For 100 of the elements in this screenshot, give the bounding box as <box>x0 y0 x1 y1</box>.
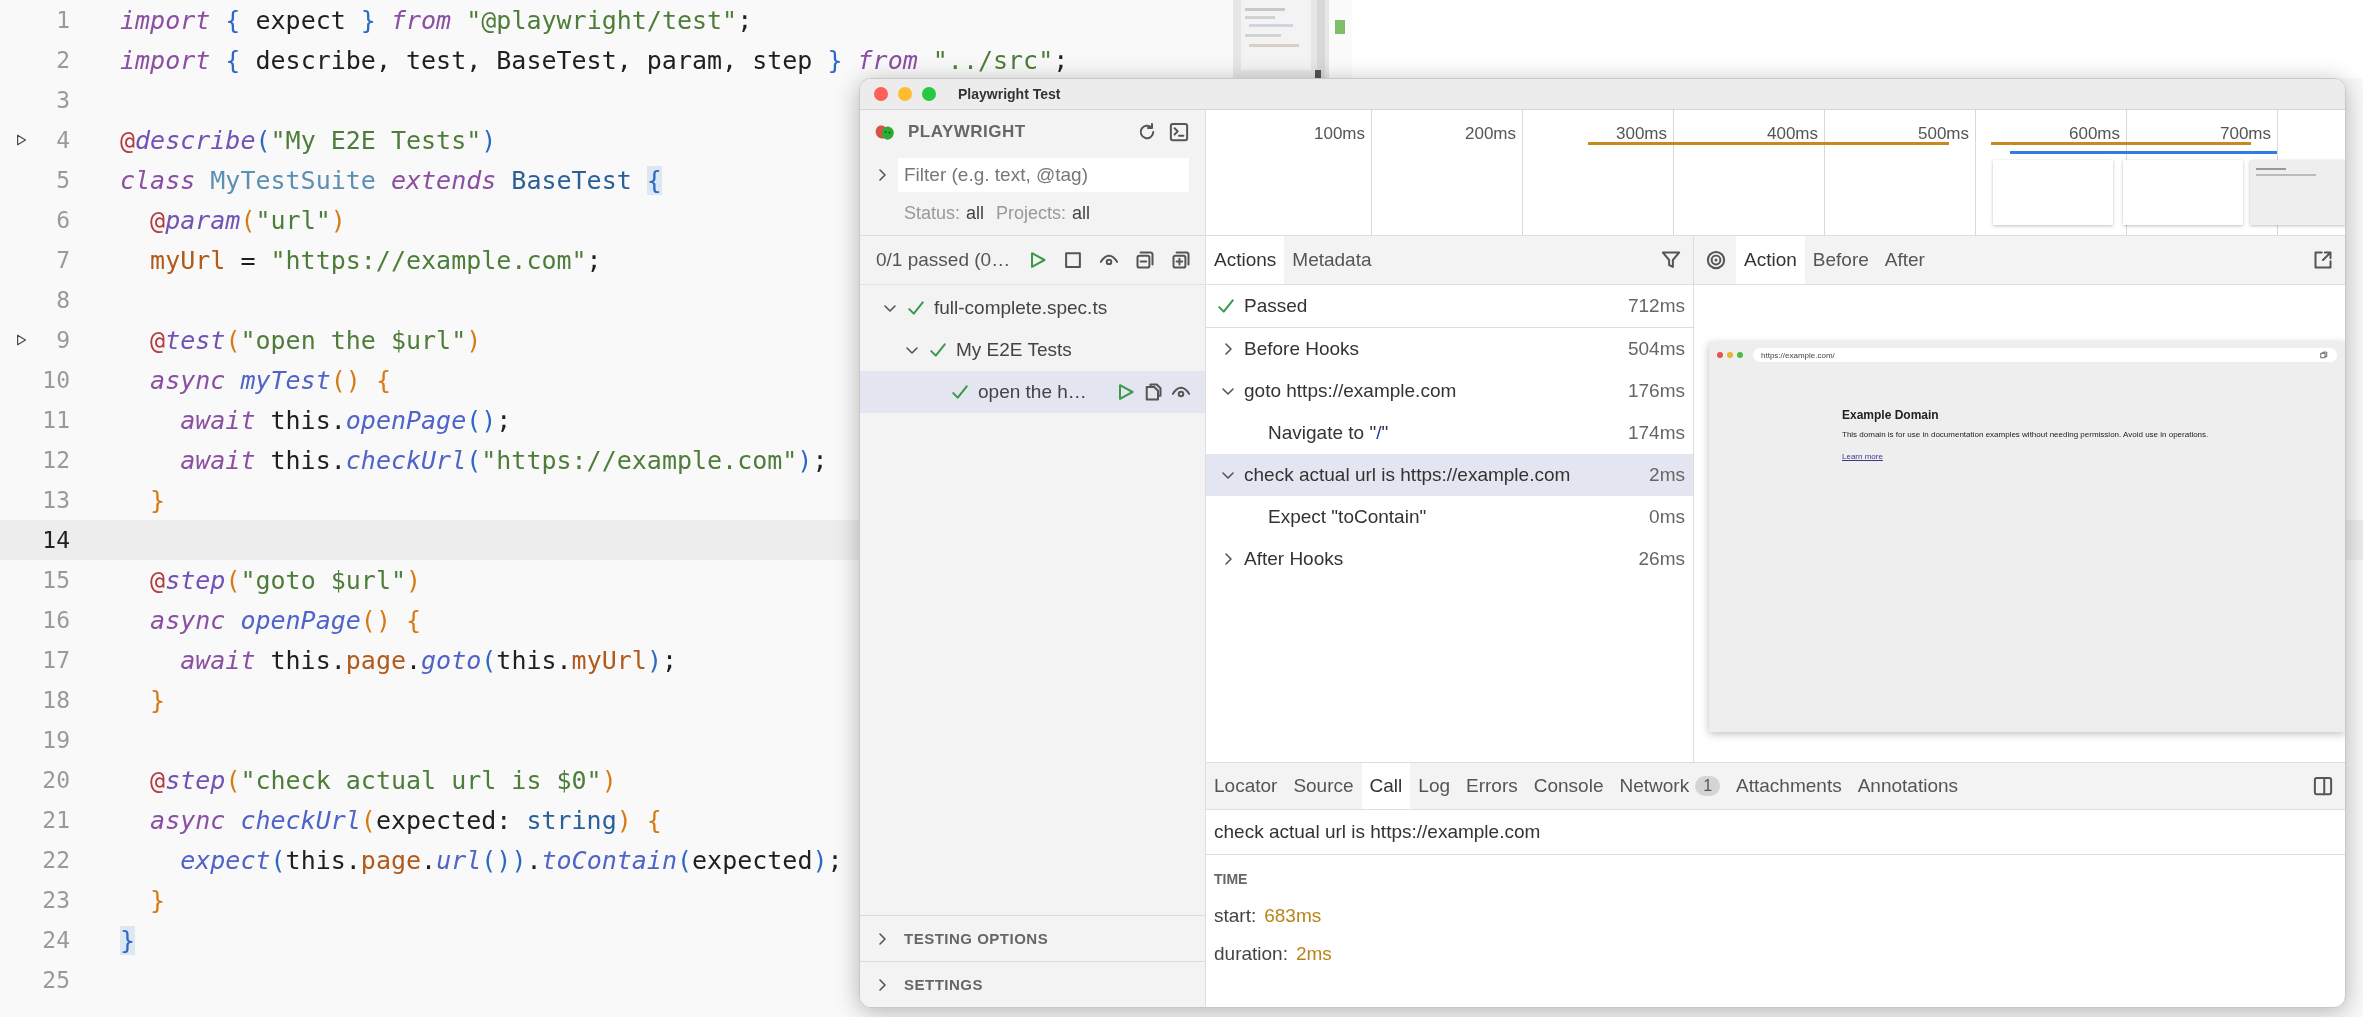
expand-all-icon[interactable] <box>1171 250 1191 270</box>
tab[interactable]: Errors <box>1458 763 1526 809</box>
action-item[interactable]: check actual url is https://example.com 2ms <box>1206 454 1693 496</box>
duration: 2ms <box>1649 464 1685 486</box>
action-label: Navigate to "/" <box>1268 422 1390 444</box>
check-icon <box>1216 297 1236 315</box>
target-icon[interactable] <box>1706 250 1726 270</box>
run-icon[interactable] <box>15 132 29 148</box>
learn-more-link[interactable]: Learn more <box>1842 452 1883 461</box>
tab[interactable]: Annotations <box>1849 763 1967 809</box>
code-line: expect(this.page.url()).toContain(expected); <box>179 845 843 875</box>
line-number: 9 <box>55 327 70 353</box>
call-title: check actual url is https://example.com <box>1206 810 2345 855</box>
code-line: await this.openPage(); <box>179 405 512 435</box>
line-number: 20 <box>41 767 70 793</box>
action-item[interactable]: After Hooks 26ms <box>1206 538 1693 580</box>
field-value: 2ms <box>1295 943 1332 965</box>
tab[interactable]: Source <box>1285 763 1362 809</box>
address-bar[interactable]: https://example.com/ <box>1753 348 2337 362</box>
tab[interactable]: Action <box>1736 236 1805 284</box>
window-dot <box>1717 352 1723 358</box>
collapse-all-icon[interactable] <box>1135 250 1155 270</box>
duration: 504ms <box>1627 338 1685 360</box>
tab[interactable]: Metadata <box>1284 236 1380 284</box>
tab[interactable]: Locator <box>1206 763 1286 809</box>
tree-item[interactable]: My E2E Tests <box>860 329 1205 371</box>
run-icon[interactable] <box>15 332 29 348</box>
thumbnail[interactable] <box>1993 160 2113 225</box>
projects-label: Projects: <box>996 202 1067 224</box>
line-number: 12 <box>41 447 70 473</box>
tab[interactable]: Console <box>1525 763 1612 809</box>
code-line: import { expect } from "@playwright/test"; <box>119 5 753 35</box>
line-number: 25 <box>41 967 70 993</box>
status-value[interactable]: all <box>966 202 985 224</box>
action-item[interactable]: goto https://example.com 176ms <box>1206 370 1693 412</box>
line-number: 19 <box>41 727 70 753</box>
line-number: 13 <box>41 487 70 513</box>
duration: 712ms <box>1627 295 1685 317</box>
tree-item[interactable]: full-complete.spec.ts <box>860 287 1205 329</box>
action-label: Expect "toContain" <box>1268 506 1428 528</box>
document-icon[interactable] <box>1143 382 1163 402</box>
code-line: @test("open the $url") <box>149 325 482 355</box>
status-label: Status: <box>904 202 961 224</box>
action-item[interactable]: Navigate to "/" 174ms <box>1206 412 1693 454</box>
tick-label: 100ms <box>1313 124 1365 143</box>
code-line: async myTest() { <box>149 365 391 395</box>
filter-icon[interactable] <box>1661 250 1681 270</box>
tab[interactable]: After <box>1876 236 1933 284</box>
line-number: 17 <box>41 647 70 673</box>
tick-label: 600ms <box>2068 124 2120 143</box>
page-heading: Example Domain <box>1842 408 1940 422</box>
check-icon <box>950 383 970 401</box>
stop-icon[interactable] <box>1063 250 1083 270</box>
code-line: @step("check actual url is $0") <box>149 765 617 795</box>
filter-field[interactable]: Filter (e.g. text, @tag) <box>898 158 1189 192</box>
check-icon <box>906 299 926 317</box>
tick-label: 500ms <box>1917 124 1969 143</box>
line-number: 1 <box>55 7 70 33</box>
field-label: start: <box>1214 905 1257 927</box>
tab[interactable]: Before <box>1804 236 1877 284</box>
section-header[interactable]: SETTINGS <box>860 961 1205 1007</box>
line-number: 7 <box>55 247 70 273</box>
tree-item[interactable]: open the h… <box>860 371 1205 413</box>
tab[interactable]: Attachments <box>1728 763 1850 809</box>
code-line: await this.checkUrl("https://example.com"); <box>179 445 828 475</box>
action-item[interactable]: Expect "toContain" 0ms <box>1206 496 1693 538</box>
duration: 174ms <box>1627 422 1685 444</box>
line-number: 3 <box>55 87 70 113</box>
duration: 26ms <box>1638 548 1685 570</box>
tab[interactable]: Network 1 <box>1611 763 1729 809</box>
projects-value[interactable]: all <box>1072 202 1091 224</box>
line-number: 6 <box>55 207 70 233</box>
tab[interactable]: Log <box>1410 763 1458 809</box>
tick-label: 200ms <box>1464 124 1516 143</box>
masks-logo-icon <box>874 122 896 142</box>
tab[interactable]: Call <box>1361 763 1411 809</box>
check-icon <box>928 341 948 359</box>
close-button[interactable] <box>874 87 888 101</box>
section-title: TIME <box>1213 870 1249 889</box>
line-number: 24 <box>41 927 70 953</box>
field-label: duration: <box>1214 943 1288 965</box>
split-panel-icon[interactable] <box>2313 776 2333 796</box>
thumbnail[interactable] <box>2123 160 2243 225</box>
window-dot <box>1727 352 1733 358</box>
code-line: } <box>149 685 166 715</box>
page-text: This domain is for use in documentation examples without needing permission. Avoid use in operations. <box>1842 430 2210 439</box>
action-item[interactable]: Before Hooks 504ms <box>1206 328 1693 370</box>
section-header[interactable]: TESTING OPTIONS <box>860 915 1205 961</box>
line-number: 22 <box>41 847 70 873</box>
line-number: 23 <box>41 887 70 913</box>
copy-icon[interactable] <box>2320 350 2329 360</box>
line-number: 18 <box>41 687 70 713</box>
tab[interactable]: Actions <box>1206 236 1285 284</box>
terminal-icon[interactable] <box>1169 122 1189 142</box>
open-external-icon[interactable] <box>2313 250 2333 270</box>
thumbnail[interactable] <box>2250 160 2345 225</box>
line-number: 2 <box>55 47 70 73</box>
field-value: 683ms <box>1264 905 1322 927</box>
code-line: async checkUrl(expected: string) { <box>149 805 662 835</box>
reload-icon[interactable] <box>1137 122 1157 142</box>
